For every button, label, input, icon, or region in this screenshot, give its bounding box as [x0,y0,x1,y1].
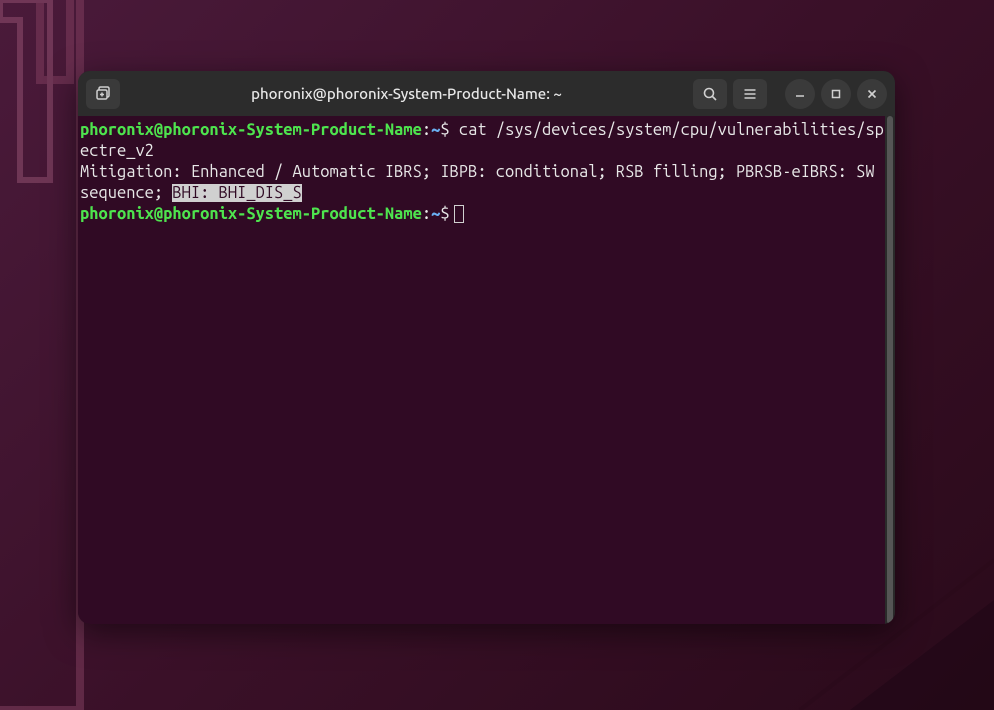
minimize-button[interactable] [785,79,815,109]
search-button[interactable] [693,79,727,109]
prompt-user-host: phoronix@phoronix-System-Product-Name [80,121,422,139]
prompt-colon-2: : [422,205,431,223]
prompt-dollar: $ [440,121,449,139]
prompt-dollar-2: $ [440,205,449,223]
prompt-path-2: ~ [431,205,440,223]
scrollbar[interactable] [885,116,895,624]
prompt-path: ~ [431,121,440,139]
terminal-window: phoronix@phoronix-System-Product-Name: ~ [78,71,895,624]
new-tab-button[interactable] [86,79,120,109]
close-button[interactable] [857,79,887,109]
maximize-button[interactable] [821,79,851,109]
titlebar: phoronix@phoronix-System-Product-Name: ~ [78,71,895,116]
menu-button[interactable] [733,79,767,109]
cursor [454,205,464,223]
new-tab-icon [95,86,111,102]
maximize-icon [830,88,842,100]
close-icon [866,88,878,100]
minimize-icon [794,88,806,100]
terminal-body[interactable]: phoronix@phoronix-System-Product-Name:~$… [78,116,895,624]
scrollbar-thumb[interactable] [887,116,893,624]
prompt-colon: : [422,121,431,139]
prompt-user-host-2: phoronix@phoronix-System-Product-Name [80,205,422,223]
window-title: phoronix@phoronix-System-Product-Name: ~ [126,85,687,102]
search-icon [702,86,718,102]
output-line-1-highlight: BHI: BHI_DIS_S [172,184,301,202]
hamburger-menu-icon [742,86,758,102]
